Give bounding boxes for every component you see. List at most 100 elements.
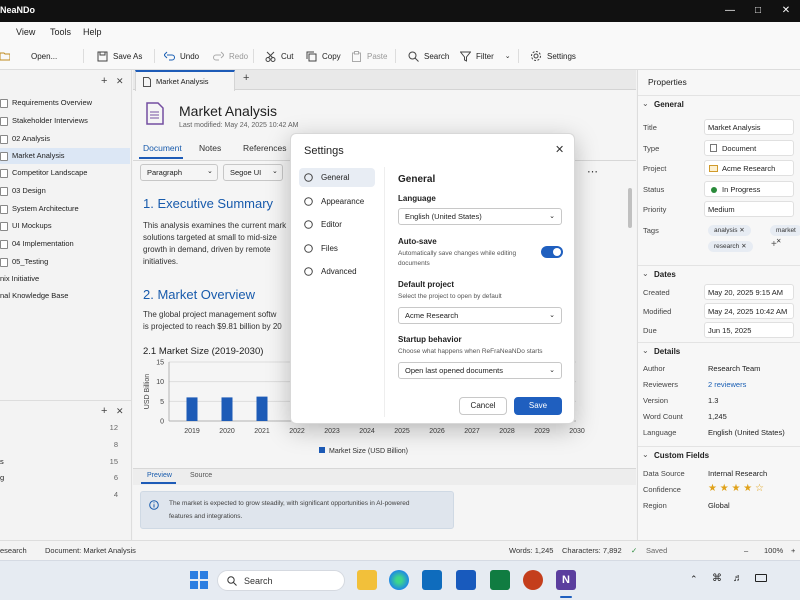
remove-tag-icon[interactable]: ✕ [737,227,744,234]
autosave-description: Automatically save changes while editing [398,250,517,257]
zoom-out-icon[interactable]: – [744,546,748,555]
document-icon [0,205,8,214]
section-details[interactable]: ⌄ Details [638,342,800,360]
search-icon [408,51,419,62]
save-as-button[interactable]: Save As [97,48,142,64]
powerpoint-icon[interactable] [523,570,543,590]
open-button[interactable]: Open... [0,48,57,64]
sidebar-item[interactable]: nal Knowledge Base [0,288,130,304]
edge-browser-icon[interactable] [389,570,409,590]
property-value: Medium [708,205,735,214]
wifi-icon[interactable]: ⌘ [712,573,722,584]
taskbar-search[interactable]: Search [217,570,345,591]
sidebar-item[interactable]: 04 Implementation [0,236,130,252]
settings-nav-files[interactable]: Files [299,239,375,258]
property-key: Status [643,184,665,194]
excel-icon[interactable] [490,570,510,590]
paste-button[interactable]: Paste [351,48,387,64]
autosave-toggle[interactable] [541,246,563,258]
maximize-icon[interactable]: □ [744,0,772,22]
list-item[interactable]: s 15 [0,454,130,470]
chevron-up-icon[interactable]: ⌃ [690,574,698,585]
property-value: Global [708,501,730,510]
minimize-icon[interactable]: — [716,0,744,22]
settings-nav-general[interactable]: General [299,168,375,187]
filter-button[interactable]: Filter ⌄ [460,48,511,64]
property-key: Due [643,326,657,335]
settings-nav-advanced[interactable]: Advanced [299,262,375,281]
sidebar-item[interactable]: Market Analysis [0,148,130,164]
chevron-down-icon[interactable]: ⌄ [505,52,511,60]
zoom-in-icon[interactable]: + [791,546,795,555]
section-custom-fields[interactable]: ⌄ Custom Fields [638,446,800,464]
settings-nav-editor[interactable]: Editor [299,215,375,234]
battery-icon[interactable] [755,574,767,582]
menu-bar: View Tools Help [0,22,800,42]
word-icon[interactable] [456,570,476,590]
search-button[interactable]: Search [408,48,449,64]
default-project-label: Default project [398,280,455,289]
startup-select[interactable]: Open last opened documents ⌄ [398,362,562,379]
list-item[interactable]: 8 [0,437,130,453]
settings-button[interactable]: Settings [530,48,576,64]
neando-app-icon[interactable]: N [556,570,576,590]
list-item[interactable]: g6 [0,470,130,486]
sidebar-item[interactable]: System Architecture [0,201,130,217]
outlook-icon[interactable] [422,570,442,590]
close-icon[interactable]: ✕ [555,143,564,156]
list-item[interactable]: 12 [0,420,130,436]
tag-chip[interactable]: market ✕ [770,225,800,245]
section-dates[interactable]: ⌄ Dates [638,265,800,283]
project-sidebar: + ✕ Requirements Overview Stakeholder Int… [0,70,132,540]
volume-icon[interactable]: ♬ [733,573,743,584]
close-icon[interactable]: ✕ [772,0,800,22]
undo-button[interactable]: Undo [164,48,199,64]
property-key: Priority [643,205,667,214]
language-select[interactable]: English (United States) ⌄ [398,208,562,225]
folder-icon [709,165,718,172]
settings-dialog: Settings ✕ General Appearance Editor Files A… [290,133,575,424]
cut-button[interactable]: Cut [265,48,293,64]
copy-button[interactable]: Copy [306,48,341,64]
item-count: 6 [113,473,118,482]
cancel-button[interactable]: Cancel [459,397,507,415]
sidebar-item[interactable]: UI Mockups [0,218,130,234]
file-explorer-icon[interactable] [357,570,377,590]
remove-tag-icon[interactable]: ✕ [739,243,746,250]
document-icon [0,222,8,231]
sidebar-item[interactable]: Stakeholder Interviews [0,113,130,129]
windows-start-icon[interactable] [190,571,208,589]
menu-view[interactable]: View [16,27,35,37]
tag-chip[interactable]: research ✕ [708,241,753,252]
save-button[interactable]: Save [514,397,562,415]
close-panel-icon[interactable]: ✕ [116,76,124,87]
add-icon[interactable]: + [101,75,107,87]
menu-tools[interactable]: Tools [50,27,71,37]
close-panel-icon[interactable]: ✕ [116,406,124,417]
title-bar: NeaNDo — □ ✕ [0,0,800,22]
gear-icon [304,173,313,182]
document-icon [0,135,8,144]
status-words: Words: 1,245 [509,546,554,555]
document-icon [710,144,717,152]
status-saved: Saved [646,546,668,555]
list-item[interactable]: 4 [0,487,130,503]
sidebar-item[interactable]: nix Initiative [0,271,130,287]
advanced-gear-icon [304,267,313,276]
default-project-select[interactable]: Acme Research ⌄ [398,307,562,324]
sidebar-item[interactable]: 02 Analysis [0,131,130,147]
menu-help[interactable]: Help [83,27,102,37]
redo-button[interactable]: Redo [213,48,248,64]
sidebar-item[interactable]: 03 Design [0,183,130,199]
settings-nav-appearance[interactable]: Appearance [299,192,375,211]
sidebar-item[interactable]: Competitor Landscape [0,165,130,181]
tag-chip[interactable]: analysis ✕ [708,225,751,236]
add-tag-icon[interactable]: + [771,239,777,250]
section-general[interactable]: ⌄ General [638,95,800,113]
property-value: May 20, 2025 9:15 AM [708,288,784,297]
add-icon[interactable]: + [101,405,107,417]
sidebar-item[interactable]: Requirements Overview [0,95,130,111]
folder-icon [304,243,313,253]
property-key: Author [643,364,666,373]
sidebar-item[interactable]: 05_Testing [0,254,130,270]
